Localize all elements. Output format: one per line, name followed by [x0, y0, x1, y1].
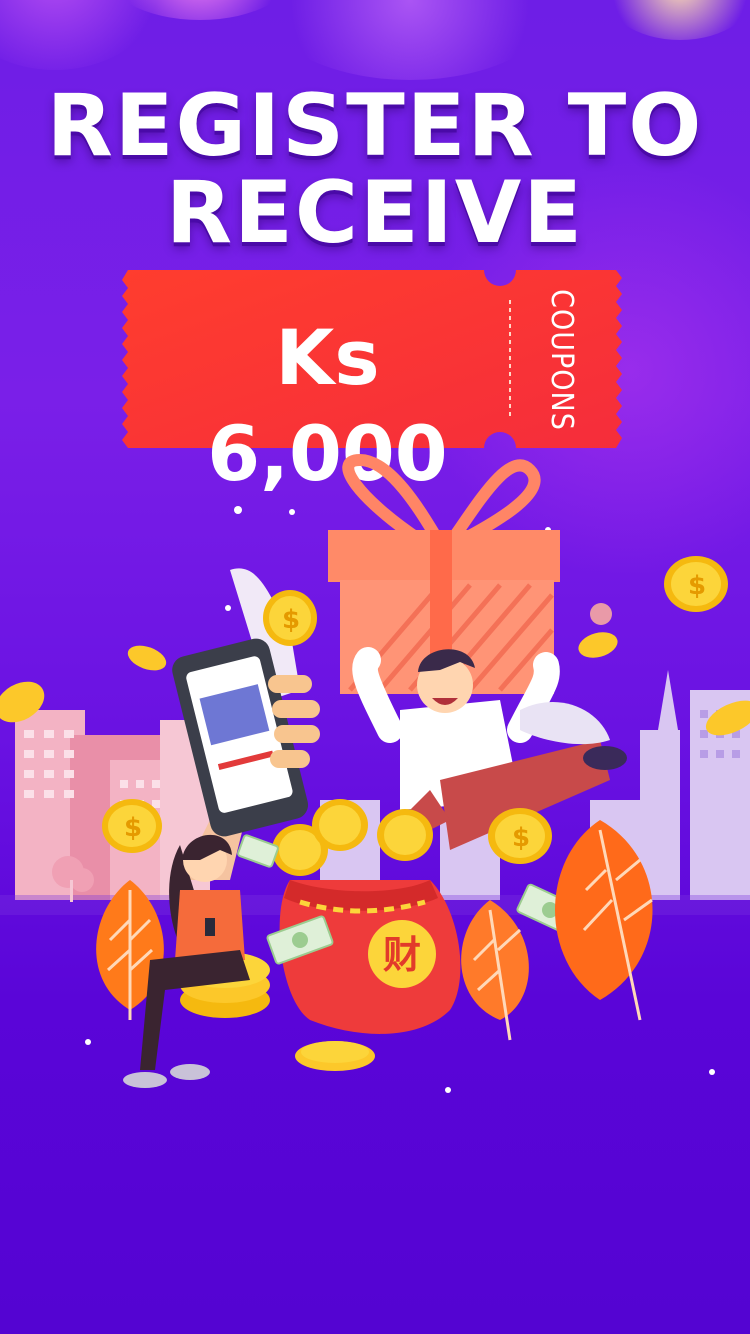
stage-light-mid — [260, 0, 560, 80]
coin: $ — [102, 799, 162, 853]
reward-illustration: $ $ $ $ 财 — [0, 453, 750, 1093]
bag-character: 财 — [383, 933, 421, 977]
svg-text:$: $ — [282, 605, 300, 635]
coupon-label: COUPONS — [544, 289, 579, 431]
promo-screen: REGISTER TO RECEIVE Ks 6,000 COUPONS $ $… — [0, 0, 750, 1334]
coin-flat — [127, 645, 167, 671]
coin-flat — [578, 632, 618, 658]
coin: $ — [263, 590, 317, 646]
svg-text:$: $ — [512, 823, 530, 853]
headline-line-1: REGISTER TO — [46, 76, 704, 176]
svg-text:$: $ — [688, 571, 706, 601]
headline-line-2: RECEIVE — [165, 163, 585, 263]
pink-ball — [590, 603, 612, 625]
stage-light-right — [600, 0, 750, 40]
svg-text:$: $ — [124, 813, 142, 843]
coin: $ — [664, 556, 728, 612]
coin: $ — [488, 808, 552, 864]
